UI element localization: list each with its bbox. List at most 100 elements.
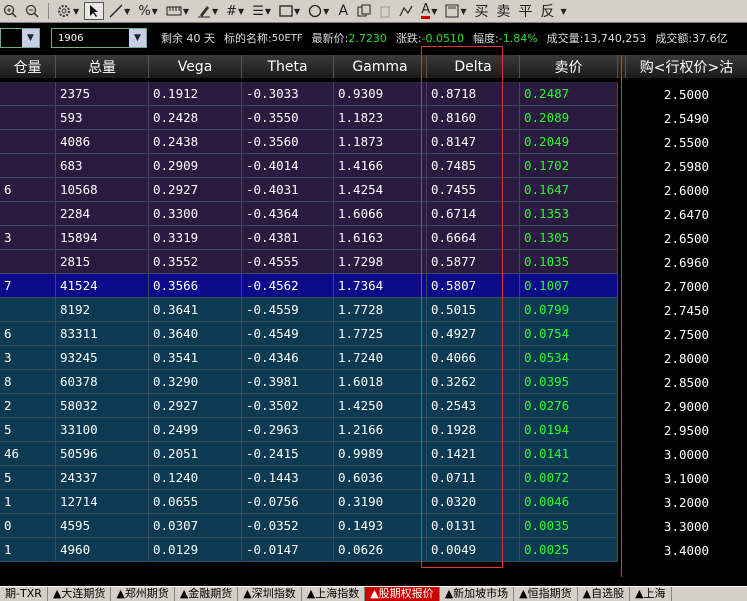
- cell-delta: 0.3262: [427, 370, 520, 394]
- draw-icon[interactable]: [396, 2, 416, 20]
- cell-strike: 2.9000: [626, 394, 747, 418]
- cell-vega: 0.0655: [149, 490, 242, 514]
- cell-open-interest: 1: [0, 538, 56, 562]
- underlying-select[interactable]: ▼: [0, 28, 40, 48]
- tab-market-9[interactable]: ▲自选股: [578, 587, 631, 601]
- cell-delta: 0.7485: [427, 154, 520, 178]
- tab-market-7[interactable]: ▲新加坡市场: [440, 587, 515, 601]
- cell-total-volume: 24337: [56, 466, 149, 490]
- rectangle-icon[interactable]: ▼: [276, 2, 303, 20]
- header-vega[interactable]: Vega: [149, 55, 242, 78]
- header-theta[interactable]: Theta: [242, 55, 334, 78]
- header-open-interest[interactable]: 仓量: [0, 55, 56, 78]
- tab-market-5[interactable]: ▲上海指数: [302, 587, 366, 601]
- hash-icon[interactable]: # ▼: [223, 2, 247, 20]
- cell-total-volume: 4960: [56, 538, 149, 562]
- line-icon[interactable]: ▼: [106, 2, 133, 20]
- table-row[interactable]: 8192 0.3641 -0.4559 1.7728 0.5015 0.0799 2.745…: [0, 298, 747, 322]
- cell-total-volume: 33100: [56, 418, 149, 442]
- tab-market-0[interactable]: 期-TXR: [0, 587, 48, 601]
- percent-value: -1.84%: [498, 31, 538, 45]
- chevron-down-icon[interactable]: ▼: [129, 29, 146, 47]
- cell-gamma: 0.9989: [334, 442, 427, 466]
- table-row[interactable]: 0 4595 0.0307 -0.0352 0.1493 0.0131 0.0035 3.30…: [0, 514, 747, 538]
- table-row[interactable]: 5 24337 0.1240 -0.1443 0.6036 0.0711 0.0072 3.1…: [0, 466, 747, 490]
- cell-ask-price: 0.0046: [520, 490, 618, 514]
- days-remaining: 剩余 40 天: [161, 32, 215, 45]
- pen-icon[interactable]: ▼: [194, 2, 221, 20]
- cell-open-interest: [0, 202, 56, 226]
- cell-theta: -0.4346: [242, 346, 334, 370]
- table-row[interactable]: 1 12714 0.0655 -0.0756 0.3190 0.0320 0.0046 3.2…: [0, 490, 747, 514]
- copy-icon[interactable]: [354, 2, 374, 20]
- table-row[interactable]: 5 33100 0.2499 -0.2963 1.2166 0.1928 0.0194 2.9…: [0, 418, 747, 442]
- table-row[interactable]: 46 50596 0.2051 -0.2415 0.9989 0.1421 0.0141 3.…: [0, 442, 747, 466]
- header-gamma[interactable]: Gamma: [334, 55, 427, 78]
- table-row[interactable]: 2 58032 0.2927 -0.3502 1.4250 0.2543 0.0276 2.9…: [0, 394, 747, 418]
- table-row[interactable]: 2375 0.1912 -0.3033 0.9309 0.8718 0.2487 2.500…: [0, 82, 747, 106]
- cell-delta: 0.0711: [427, 466, 520, 490]
- cell-spacer: [618, 130, 626, 154]
- chevron-down-icon[interactable]: ▼: [561, 7, 567, 16]
- table-row[interactable]: 6 10568 0.2927 -0.4031 1.4254 0.7455 0.1647 2.6…: [0, 178, 747, 202]
- tab-market-2[interactable]: ▲郑州期货: [111, 587, 175, 601]
- zoom-in-icon[interactable]: [0, 2, 20, 20]
- tab-market-4[interactable]: ▲深圳指数: [238, 587, 302, 601]
- cell-theta: -0.0352: [242, 514, 334, 538]
- cell-open-interest: 3: [0, 226, 56, 250]
- info-bar: ▼ 1906 ▼ 剩余 40 天 标的名称: 50ETF 最新价: 2.7230…: [0, 23, 747, 53]
- header-ask[interactable]: 卖价: [520, 55, 618, 78]
- cell-total-volume: 4086: [56, 130, 149, 154]
- zoom-out-icon[interactable]: [22, 2, 42, 20]
- color-icon[interactable]: A ▼: [418, 2, 440, 20]
- table-row[interactable]: 4086 0.2438 -0.3560 1.1873 0.8147 0.2049 2.550…: [0, 130, 747, 154]
- table-row[interactable]: 7 41524 0.3566 -0.4562 1.7364 0.5807 0.1007 2.7…: [0, 274, 747, 298]
- cell-gamma: 1.6163: [334, 226, 427, 250]
- cell-open-interest: [0, 250, 56, 274]
- cell-spacer: [618, 514, 626, 538]
- gear-icon[interactable]: ▼: [53, 2, 82, 20]
- header-delta[interactable]: Delta: [427, 55, 520, 78]
- table-row[interactable]: 6 83311 0.3640 -0.4549 1.7725 0.4927 0.0754 2.7…: [0, 322, 747, 346]
- table-row[interactable]: 3 93245 0.3541 -0.4346 1.7240 0.4066 0.0534 2.8…: [0, 346, 747, 370]
- cell-delta: 0.0131: [427, 514, 520, 538]
- percent-icon[interactable]: % ▼: [135, 2, 161, 20]
- list-icon[interactable]: ☰ ▼: [249, 2, 274, 20]
- close-position-button[interactable]: 平: [516, 2, 536, 20]
- tab-market-6[interactable]: ▲股期权报价: [365, 587, 440, 601]
- tab-market-3[interactable]: ▲金融期货: [175, 587, 239, 601]
- buy-button[interactable]: 买: [472, 2, 492, 20]
- chevron-down-icon[interactable]: ▼: [22, 29, 39, 47]
- reverse-button[interactable]: 反: [538, 2, 558, 20]
- table-row[interactable]: 593 0.2428 -0.3550 1.1823 0.8160 0.2089 2.5490: [0, 106, 747, 130]
- cell-vega: 0.0129: [149, 538, 242, 562]
- cell-vega: 0.2428: [149, 106, 242, 130]
- header-strike[interactable]: 购<行权价>沽: [626, 55, 747, 78]
- cell-vega: 0.3640: [149, 322, 242, 346]
- table-row[interactable]: 2815 0.3552 -0.4555 1.7298 0.5877 0.1035 2.696…: [0, 250, 747, 274]
- table-row[interactable]: 2284 0.3300 -0.4364 1.6066 0.6714 0.1353 2.647…: [0, 202, 747, 226]
- circle-icon[interactable]: ▼: [305, 2, 332, 20]
- cell-vega: 0.3566: [149, 274, 242, 298]
- pointer-icon[interactable]: [84, 2, 105, 20]
- cell-spacer: [618, 106, 626, 130]
- tab-market-1[interactable]: ▲大连期货: [48, 587, 112, 601]
- tab-market-8[interactable]: ▲恒指期货: [514, 587, 578, 601]
- last-price-value: 2.7230: [348, 31, 387, 45]
- text-icon[interactable]: A: [334, 2, 352, 20]
- table-row[interactable]: 683 0.2909 -0.4014 1.4166 0.7485 0.1702 2.5980: [0, 154, 747, 178]
- cell-ask-price: 0.2089: [520, 106, 618, 130]
- cell-gamma: 1.1873: [334, 130, 427, 154]
- table-row[interactable]: 1 4960 0.0129 -0.0147 0.0626 0.0049 0.0025 3.40…: [0, 538, 747, 562]
- cell-ask-price: 0.1647: [520, 178, 618, 202]
- expiry-select[interactable]: 1906 ▼: [51, 28, 147, 48]
- header-total-volume[interactable]: 总量: [56, 55, 149, 78]
- trash-icon[interactable]: [376, 2, 394, 20]
- sell-button[interactable]: 卖: [494, 2, 514, 20]
- table-row[interactable]: 3 15894 0.3319 -0.4381 1.6163 0.6664 0.1305 2.6…: [0, 226, 747, 250]
- save-icon[interactable]: ▼: [442, 2, 469, 20]
- ruler-icon[interactable]: ▼: [163, 2, 192, 20]
- table-row[interactable]: 8 60378 0.3290 -0.3981 1.6018 0.3262 0.0395 2.8…: [0, 370, 747, 394]
- tab-market-10[interactable]: ▲上海: [630, 587, 672, 601]
- cell-gamma: 1.7364: [334, 274, 427, 298]
